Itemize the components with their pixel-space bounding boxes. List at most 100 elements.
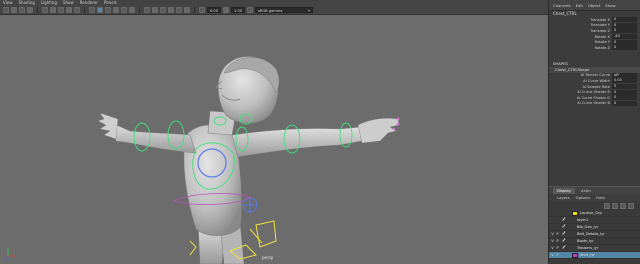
textured-icon[interactable] — [113, 7, 119, 13]
left-hand-mesh[interactable] — [97, 112, 119, 140]
attr-value[interactable]: 0 — [612, 17, 637, 23]
attr-label: Rotate Y — [594, 40, 610, 45]
gamma-icon[interactable] — [223, 7, 230, 13]
gate-mask-icon[interactable] — [66, 7, 72, 13]
image-plane-icon[interactable] — [27, 7, 33, 13]
layer-row[interactable]: V P Trousers_lyr — [549, 245, 640, 252]
attr-row-translate-x[interactable]: Translate X 0 — [549, 17, 640, 23]
new-layer-from-selection-icon[interactable] — [628, 202, 634, 209]
attr-row-ai-render-curve[interactable]: AI Render Curve off — [549, 72, 640, 79]
edit-layer-icon[interactable] — [562, 245, 568, 251]
attr-label: AI Curve Width — [583, 78, 610, 83]
3d-viewport[interactable]: persp — [0, 15, 548, 264]
bookmark-icon[interactable] — [19, 7, 25, 13]
torso-mesh[interactable] — [183, 124, 242, 236]
attr-value[interactable]: 0 — [612, 89, 637, 95]
layer-editor-tabs: Display Anim — [549, 187, 640, 194]
menu-help[interactable]: Help — [596, 195, 605, 200]
depth-of-field-icon[interactable] — [184, 7, 190, 13]
layer-row[interactable]: V P Shirt_lyr — [549, 252, 640, 259]
attr-value[interactable]: 0 — [612, 39, 637, 45]
exposure-icon[interactable] — [199, 7, 205, 13]
gamma-field[interactable]: 1.00 — [231, 7, 246, 13]
layer-row[interactable]: V P Belt_Details_lyr — [549, 231, 640, 238]
attr-value[interactable]: 0 — [612, 100, 637, 106]
attr-value[interactable]: off — [612, 72, 637, 78]
layer-playback-toggle[interactable]: P — [555, 232, 560, 236]
attr-row-translate-z[interactable]: Translate Z 0 — [549, 28, 640, 34]
right-hand-mesh[interactable] — [357, 118, 400, 144]
layer-color-swatch[interactable] — [569, 238, 575, 244]
layer-color-swatch[interactable] — [569, 224, 575, 230]
edit-layer-icon[interactable] — [562, 231, 568, 237]
color-management-icon[interactable] — [247, 7, 254, 13]
layer-row[interactable]: layer1 — [549, 217, 640, 224]
layer-color-swatch[interactable] — [569, 245, 575, 251]
resolution-gate-icon[interactable] — [58, 7, 64, 13]
attr-label: Translate Y — [590, 23, 610, 28]
exposure-field[interactable]: 0.00 — [207, 7, 222, 13]
menu-show[interactable]: Show — [605, 3, 615, 8]
attr-value[interactable]: 0.01 — [612, 78, 637, 84]
move-layer-up-icon[interactable] — [604, 202, 610, 209]
attr-value[interactable]: -40 — [612, 34, 637, 40]
wireframe-icon[interactable] — [89, 7, 95, 13]
channel-box-menu: Channels Edit Object Show — [549, 0, 640, 11]
isolate-select-icon[interactable] — [160, 7, 166, 13]
layer-color-swatch[interactable] — [569, 231, 575, 237]
attr-row-ai-curve-width[interactable]: AI Curve Width 0.01 — [549, 78, 640, 84]
layer-playback-toggle[interactable]: P — [555, 239, 560, 243]
lights-icon[interactable] — [121, 7, 127, 13]
attr-row-translate-y[interactable]: Translate Y 0 — [549, 22, 640, 29]
shadows-icon[interactable] — [129, 7, 135, 13]
menu-edit[interactable]: Edit — [576, 3, 583, 8]
attr-row-rotate-z[interactable]: Rotate Z 0 — [549, 45, 640, 51]
attr-value[interactable]: 0 — [612, 95, 637, 101]
layer-color-swatch[interactable] — [569, 217, 575, 223]
new-empty-layer-icon[interactable] — [620, 202, 626, 209]
layer-playback-toggle[interactable]: P — [555, 246, 560, 250]
menu-layers[interactable]: Layers — [557, 195, 570, 200]
smooth-shade-icon[interactable] — [97, 7, 103, 13]
attr-row-ai-curve-shader-b[interactable]: AI Curve Shader B 0 — [549, 100, 640, 107]
xray-joints-icon[interactable] — [152, 7, 158, 13]
layer-color-swatch[interactable] — [572, 252, 578, 258]
attr-value[interactable]: 5 — [612, 84, 637, 90]
ambient-occlusion-icon[interactable] — [168, 7, 174, 13]
layer-row[interactable]: Locator_Grp — [549, 210, 640, 217]
grid-icon[interactable] — [42, 7, 48, 13]
attr-value[interactable]: 0 — [612, 45, 637, 51]
view-transform-dropdown[interactable]: sRGB gamma ▾ — [255, 7, 314, 13]
menu-object[interactable]: Object — [588, 3, 600, 8]
attr-row-ai-sample-rate[interactable]: AI Sample Rate 5 — [549, 84, 640, 90]
tab-display[interactable]: Display — [553, 188, 575, 194]
attr-label: AI Render Curve — [580, 73, 610, 78]
attr-row-rotate-x[interactable]: Rotate X -40 — [549, 34, 640, 40]
camera-attributes-icon[interactable] — [11, 7, 17, 13]
tab-anim[interactable]: Anim — [577, 188, 595, 194]
layer-row[interactable]: V P Boots_lyr — [549, 238, 640, 245]
anti-aliasing-icon[interactable] — [176, 7, 182, 13]
attr-row-rotate-y[interactable]: Rotate Y 0 — [549, 39, 640, 45]
select-camera-icon[interactable] — [3, 7, 9, 13]
layer-color-swatch[interactable] — [572, 210, 578, 216]
film-gate-icon[interactable] — [50, 7, 56, 13]
xray-icon[interactable] — [144, 7, 150, 13]
edit-layer-icon[interactable] — [562, 238, 568, 244]
attr-value[interactable]: 0 — [612, 28, 637, 34]
attr-label: Translate X — [590, 17, 610, 22]
wireframe-on-shaded-icon[interactable] — [105, 7, 111, 13]
attr-value[interactable]: 0 — [612, 22, 637, 28]
layer-playback-toggle[interactable]: P — [555, 253, 560, 257]
menu-channels[interactable]: Channels — [553, 3, 571, 8]
layer-row[interactable]: Bib_Geo_lyr — [549, 224, 640, 231]
safe-action-icon[interactable] — [74, 7, 80, 13]
attr-row-ai-curve-shader-r[interactable]: AI Curve Shader R 0 — [549, 89, 640, 95]
attr-label: AI Curve Shader R — [577, 90, 610, 95]
move-layer-down-icon[interactable] — [612, 202, 618, 209]
right-arm-mesh[interactable] — [231, 126, 363, 158]
attr-row-ai-curve-shader-g[interactable]: AI Curve Shader G 0 — [549, 95, 640, 101]
edit-layer-icon[interactable] — [562, 224, 568, 230]
edit-layer-icon[interactable] — [562, 217, 568, 223]
menu-options[interactable]: Options — [576, 195, 591, 200]
